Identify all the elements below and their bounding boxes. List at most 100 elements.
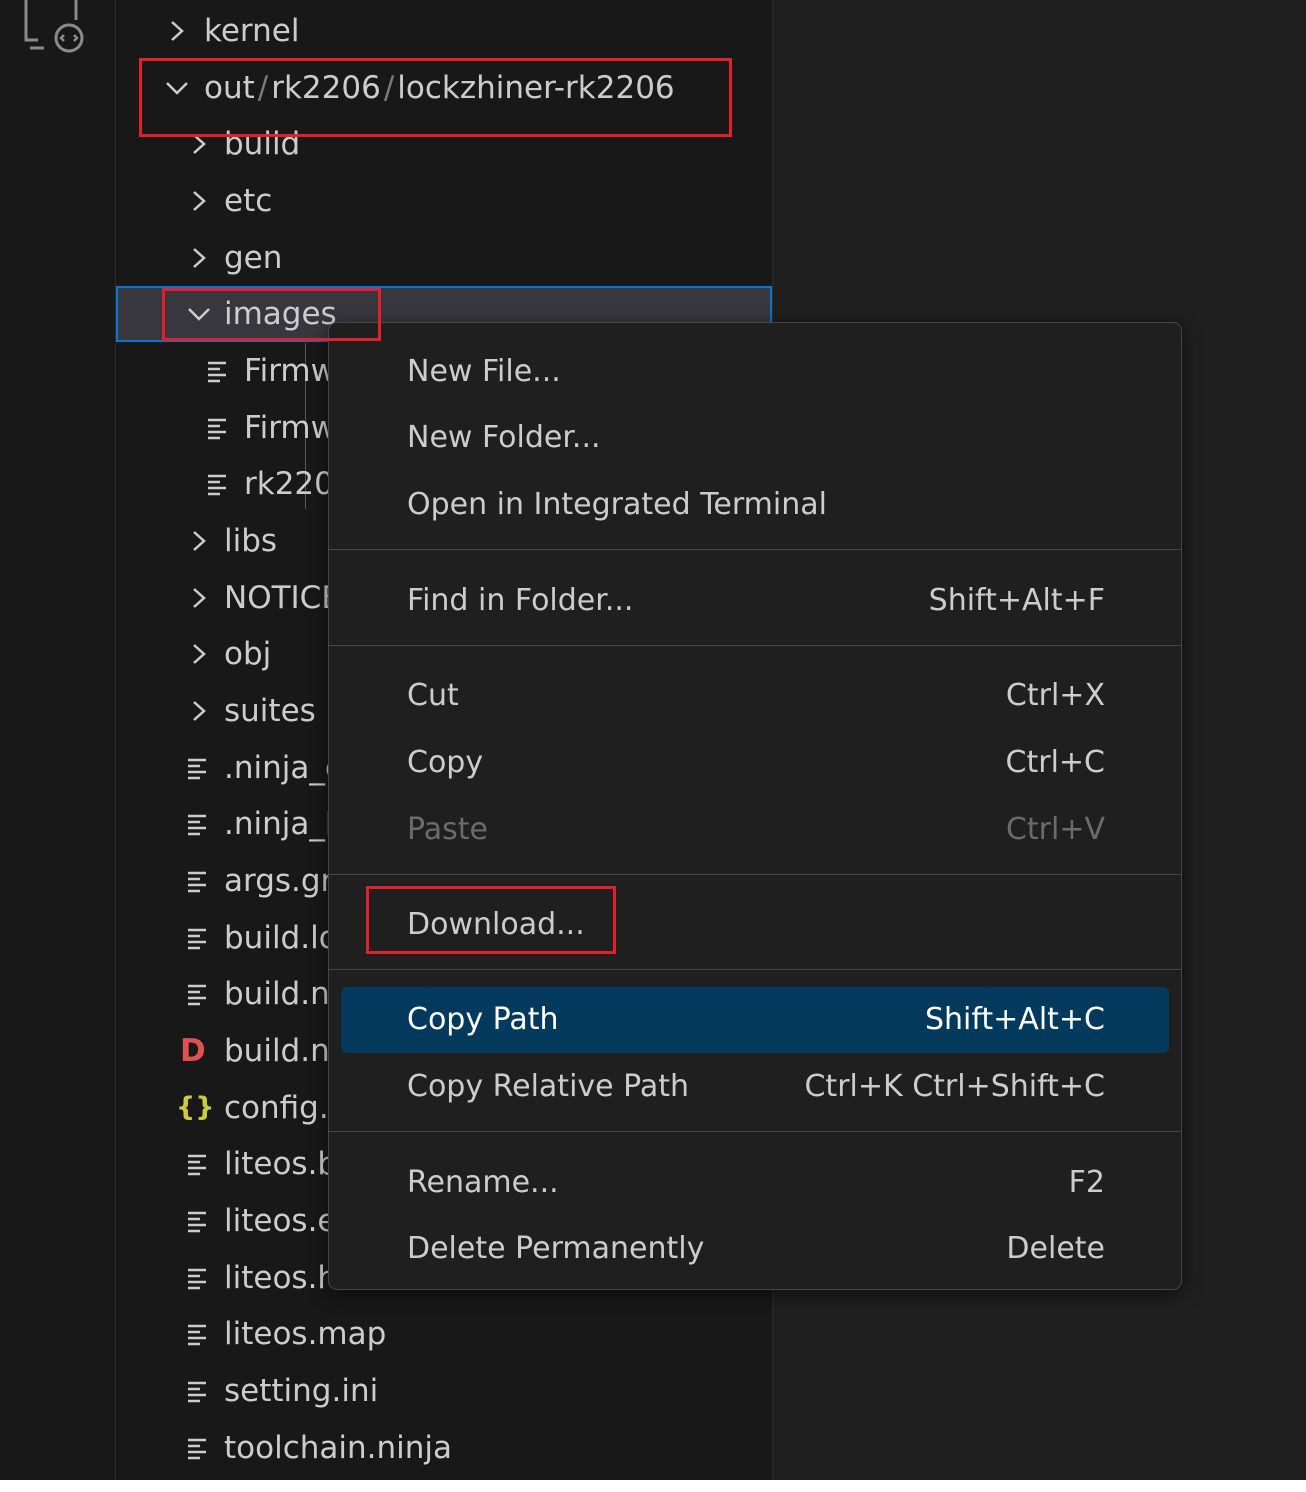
chevron-right-icon: [186, 230, 216, 286]
menu-item-paste[interactable]: Paste Ctrl+V: [341, 797, 1169, 863]
tree-folder-gen[interactable]: gen: [116, 230, 772, 286]
tree-label: suites: [224, 693, 316, 729]
file-lines-icon: [186, 853, 218, 909]
menu-item-label: Copy Relative Path: [407, 1069, 690, 1104]
d-icon: D: [180, 1033, 206, 1069]
file-lines-icon: [186, 1420, 218, 1476]
file-lines-icon: [206, 400, 238, 456]
chevron-down-icon: [184, 286, 214, 342]
menu-item-find-in-folder[interactable]: Find in Folder... Shift+Alt+F: [341, 568, 1169, 634]
menu-item-shortcut: Ctrl+C: [1005, 745, 1105, 780]
menu-separator: [329, 874, 1181, 875]
bottom-edge: [0, 1480, 1306, 1492]
tree-file[interactable]: liteos.map: [116, 1306, 772, 1362]
menu-item-label: Open in Integrated Terminal: [407, 487, 827, 522]
tree-folder-build[interactable]: build: [116, 116, 772, 172]
tree-label: liteos.b: [224, 1146, 338, 1182]
menu-item-label: Cut: [407, 678, 459, 713]
tree-label: etc: [224, 183, 273, 219]
tree-label: setting.ini: [224, 1373, 379, 1409]
tree-label: .ninja_l: [224, 806, 334, 842]
tree-label: Firmw: [244, 353, 336, 389]
tree-label: NOTICE: [224, 580, 341, 616]
tree-label: obj: [224, 636, 272, 672]
tree-label: images: [224, 296, 337, 332]
tree-label: build.n: [224, 976, 330, 1012]
menu-item-copy-relative-path[interactable]: Copy Relative Path Ctrl+K Ctrl+Shift+C: [341, 1054, 1169, 1120]
activity-bar: [0, 0, 116, 1480]
tree-label: Firmw: [244, 410, 336, 446]
file-lines-icon: [186, 1363, 218, 1419]
tree-label: kernel: [204, 13, 300, 49]
tree-label: config.j: [224, 1090, 338, 1126]
path-segment[interactable]: out: [204, 70, 255, 106]
file-lines-icon: [186, 1193, 218, 1249]
menu-item-label: Rename...: [407, 1165, 559, 1200]
file-lines-icon: [186, 796, 218, 852]
chevron-right-icon: [186, 570, 216, 626]
context-menu: New File... New Folder... Open in Integr…: [328, 322, 1182, 1290]
menu-item-copy-path[interactable]: Copy Path Shift+Alt+C: [341, 987, 1169, 1053]
file-lines-icon: [186, 966, 218, 1022]
file-lines-icon: [186, 1136, 218, 1192]
tree-label: build.lo: [224, 920, 338, 956]
menu-item-shortcut: Shift+Alt+C: [924, 1002, 1105, 1037]
menu-item-label: Download...: [407, 907, 585, 942]
tree-label: libs: [224, 523, 278, 559]
menu-item-shortcut: Delete: [1006, 1231, 1105, 1266]
tree-file[interactable]: setting.ini: [116, 1363, 772, 1419]
menu-item-delete-permanently[interactable]: Delete Permanently Delete: [341, 1216, 1169, 1282]
menu-item-new-file[interactable]: New File...: [341, 339, 1169, 405]
file-lines-icon: [206, 343, 238, 399]
tree-folder-kernel[interactable]: kernel: [116, 3, 772, 59]
tree-label: toolchain.ninja: [224, 1430, 453, 1466]
menu-item-cut[interactable]: Cut Ctrl+X: [341, 663, 1169, 729]
menu-item-open-in-terminal[interactable]: Open in Integrated Terminal: [341, 472, 1169, 538]
tree-label: liteos.e: [224, 1203, 337, 1239]
tree-folder-etc[interactable]: etc: [116, 173, 772, 229]
remote-explorer-icon[interactable]: [20, 0, 88, 58]
menu-item-label: Copy: [407, 745, 484, 780]
chevron-right-icon: [186, 513, 216, 569]
chevron-down-icon: [162, 60, 192, 116]
tree-label: liteos.map: [224, 1316, 387, 1352]
json-braces-icon: {}: [176, 1092, 215, 1123]
tree-label: build.n: [224, 1033, 330, 1069]
menu-item-shortcut: Shift+Alt+F: [928, 583, 1105, 618]
file-lines-icon: [186, 910, 218, 966]
menu-item-copy[interactable]: Copy Ctrl+C: [341, 730, 1169, 796]
tree-label: build: [224, 126, 301, 162]
menu-separator: [329, 969, 1181, 970]
menu-item-download[interactable]: Download...: [341, 892, 1169, 958]
chevron-right-icon: [164, 3, 194, 59]
menu-item-shortcut: Ctrl+K Ctrl+Shift+C: [804, 1069, 1105, 1104]
menu-separator: [329, 1131, 1181, 1132]
menu-item-shortcut: Ctrl+V: [1005, 812, 1105, 847]
path-segment[interactable]: rk2206: [271, 70, 381, 106]
tree-folder-out-rk2206[interactable]: out/rk2206/lockzhiner-rk2206: [116, 60, 772, 116]
menu-item-new-folder[interactable]: New Folder...: [341, 405, 1169, 471]
menu-item-rename[interactable]: Rename... F2: [341, 1150, 1169, 1216]
chevron-right-icon: [186, 173, 216, 229]
file-lines-icon: [186, 740, 218, 796]
tree-file[interactable]: toolchain.ninja: [116, 1420, 772, 1476]
path-segment[interactable]: lockzhiner-rk2206: [397, 70, 674, 106]
menu-separator: [329, 549, 1181, 550]
chevron-right-icon: [186, 116, 216, 172]
file-lines-icon: [186, 1250, 218, 1306]
file-lines-icon: [206, 456, 238, 512]
menu-item-shortcut: Ctrl+X: [1005, 678, 1105, 713]
chevron-right-icon: [186, 683, 216, 739]
tree-label: gen: [224, 240, 283, 276]
menu-item-label: Delete Permanently: [407, 1231, 705, 1266]
menu-item-label: Find in Folder...: [407, 583, 634, 618]
menu-item-label: New Folder...: [407, 420, 601, 455]
tree-label: args.gn: [224, 863, 341, 899]
menu-item-label: New File...: [407, 354, 561, 389]
tree-compact-folder-label: out/rk2206/lockzhiner-rk2206: [204, 70, 675, 106]
menu-item-label: Paste: [407, 812, 488, 847]
chevron-right-icon: [186, 626, 216, 682]
tree-label: .ninja_c: [224, 750, 342, 786]
tree-label: rk220: [244, 466, 334, 502]
menu-item-shortcut: F2: [1068, 1165, 1105, 1200]
